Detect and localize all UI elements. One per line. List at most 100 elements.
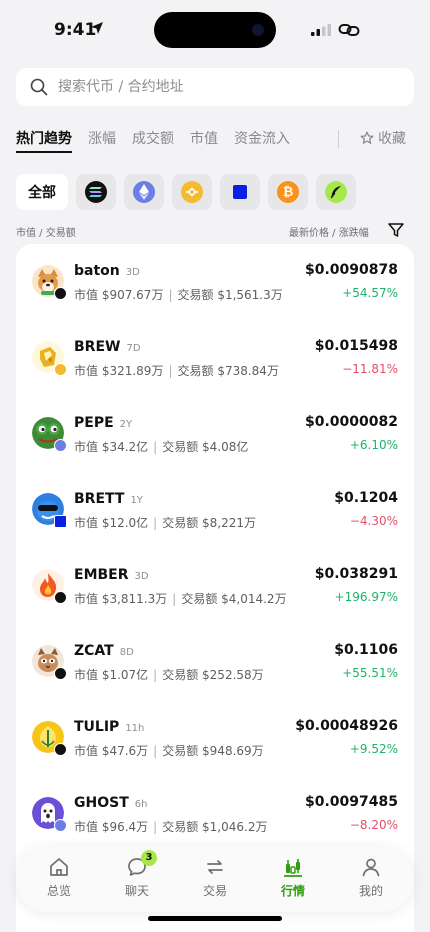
chain-solana-button[interactable] [76,174,116,210]
bitcoin-icon: ₿ [277,181,299,203]
token-name: PEPE [74,415,114,431]
search-bar[interactable] [16,68,414,106]
token-price: $0.1204 [334,490,398,506]
token-row[interactable]: EMBER 3D 市值 $3,811.3万 | 交易额 $4,014.2万 $0.03… [16,548,414,624]
sort-price-change[interactable]: 最新价格 / 涨跌幅 [289,224,369,239]
dog-avatar-icon [32,265,67,300]
token-row[interactable]: PEPE 2Y 市值 $34.2亿 | 交易额 $4.08亿 $0.0000082 +… [16,396,414,472]
token-volume: 交易额 $252.58万 [162,668,264,682]
chain-bitcoin-button[interactable]: ₿ [268,174,308,210]
ethereum-icon [133,181,155,203]
chain-filter: 全部 ₿ [16,174,414,210]
token-volume: 交易额 $4.08亿 [162,440,249,454]
solana-badge-icon [54,667,67,680]
token-volume: 交易额 $1,046.2万 [162,820,268,834]
token-age: 6h [134,799,148,810]
nav-chat-label: 聊天 [124,884,149,898]
solana-badge-icon [54,743,67,756]
token-row[interactable]: baton 3D 市值 $907.67万 | 交易额 $1,561.3万 $0.009… [16,244,414,320]
token-price: $0.038291 [314,566,398,582]
token-mcap: 市值 $12.0亿 [74,516,149,530]
token-mcap: 市值 $3,811.3万 [74,592,168,606]
cat-avatar-icon [32,645,67,680]
nav-profile[interactable]: 我的 [341,856,401,904]
token-price: $0.0097485 [305,794,398,810]
nav-trade-label: 交易 [202,884,227,898]
tab-market-cap[interactable]: 市值 [190,128,218,148]
token-change: −8.20% [349,818,398,832]
chain-feather-button[interactable] [316,174,356,210]
ghost-icon [32,797,67,832]
favorites-tab[interactable]: 收藏 [360,128,406,148]
chain-all-label: 全部 [28,185,56,201]
solana-badge-icon [54,287,67,300]
token-name: ZCAT [74,643,114,659]
token-mcap: 市值 $96.4万 [74,820,149,834]
token-row[interactable]: BREW 7D 市值 $321.89万 | 交易额 $738.84万 $0.01549… [16,320,414,396]
chain-ethereum-button[interactable] [124,174,164,210]
chat-unread-badge: 3 [141,850,157,866]
brett-avatar-icon [32,493,67,528]
token-change: +55.51% [342,666,398,680]
ethereum-badge-icon [54,819,67,832]
base-icon [229,181,251,203]
chain-all-button[interactable]: 全部 [16,174,68,210]
nav-overview[interactable]: 总览 [29,856,89,904]
market-chart-icon [284,859,302,877]
fire-icon [32,569,67,604]
pepe-frog-icon [32,417,67,452]
brew-logo-icon [32,341,67,376]
nav-trade[interactable]: 交易 [185,856,245,904]
token-mcap: 市值 $321.89万 [74,364,164,378]
tab-trending[interactable]: 热门趋势 [16,128,72,153]
tulip-icon [32,721,67,756]
star-icon [360,131,374,144]
token-name: GHOST [74,795,129,811]
tab-gainers[interactable]: 涨幅 [88,128,116,148]
token-volume: 交易额 $8,221万 [162,516,257,530]
token-row[interactable]: TULIP 11h 市值 $47.6万 | 交易额 $948.69万 $0.00048… [16,700,414,776]
sort-mcap-volume[interactable]: 市值 / 交易额 [16,224,76,239]
token-change: −11.81% [342,362,398,376]
token-change: −4.30% [349,514,398,528]
token-price: $0.015498 [314,338,398,354]
token-volume: 交易额 $738.84万 [177,364,279,378]
token-row[interactable]: GHOST 6h 市值 $96.4万 | 交易额 $1,046.2万 $0.00974… [16,776,414,852]
nav-market-label: 行情 [280,884,305,898]
solana-icon [85,181,107,203]
chain-bnb-button[interactable] [172,174,212,210]
token-change: +9.52% [349,742,398,756]
location-arrow-icon [91,22,103,34]
token-volume: 交易额 $948.69万 [162,744,264,758]
status-bar: 9:41 [0,0,430,60]
token-price: $0.0090878 [305,262,398,278]
nav-overview-label: 总览 [46,884,71,898]
token-age: 2Y [119,419,133,430]
token-volume: 交易额 $1,561.3万 [177,288,283,302]
bnb-icon [181,181,203,203]
nav-market[interactable]: 行情 [263,856,323,904]
filter-icon[interactable] [388,222,404,238]
tab-inflow[interactable]: 资金流入 [234,128,290,148]
token-age: 7D [126,343,141,354]
search-input[interactable] [58,68,398,106]
signal-icon [311,24,331,36]
token-name: BREW [74,339,121,355]
bottom-tab-bar: 总览 聊天 3 交易 行情 我的 [16,846,414,912]
base-badge-icon [54,515,67,528]
token-volume: 交易额 $4,014.2万 [181,592,287,606]
feather-chain-icon [325,181,347,203]
tab-volume[interactable]: 成交额 [132,128,174,148]
tab-divider [338,130,339,148]
chain-base-button[interactable] [220,174,260,210]
favorites-label: 收藏 [378,131,406,147]
nav-chat[interactable]: 聊天 3 [107,850,167,904]
nav-profile-label: 我的 [358,884,383,898]
search-icon [30,78,48,96]
home-indicator[interactable] [148,916,282,921]
token-name: baton [74,263,120,279]
token-row[interactable]: ZCAT 8D 市值 $1.07亿 | 交易额 $252.58万 $0.1106 +5… [16,624,414,700]
token-mcap: 市值 $47.6万 [74,744,149,758]
token-row[interactable]: BRETT 1Y 市值 $12.0亿 | 交易额 $8,221万 $0.1204 −4… [16,472,414,548]
token-list: baton 3D 市值 $907.67万 | 交易额 $1,561.3万 $0.009… [16,244,414,932]
